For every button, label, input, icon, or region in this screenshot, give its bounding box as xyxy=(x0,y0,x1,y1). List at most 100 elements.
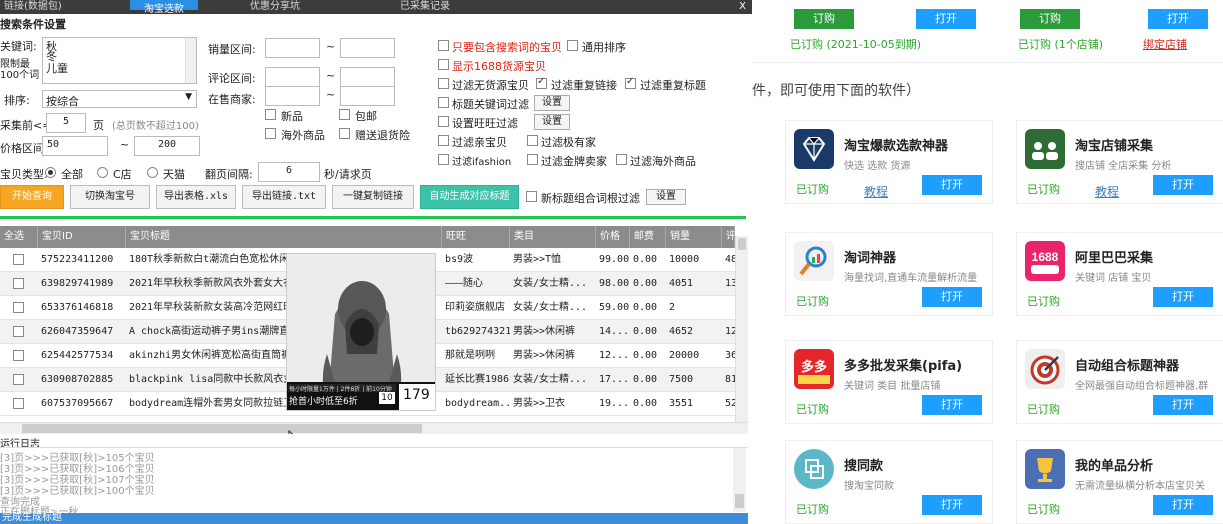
new-checkbox[interactable] xyxy=(265,109,276,120)
interval-input[interactable]: 6 xyxy=(258,162,320,182)
header-reviews[interactable]: 评 xyxy=(722,226,735,248)
table-horizontal-scrollbar[interactable] xyxy=(0,422,748,434)
row-checkbox[interactable] xyxy=(13,350,24,361)
radio-all[interactable] xyxy=(45,167,56,178)
keyword-textarea[interactable]: 秋 冬 儿童 xyxy=(42,37,197,84)
row-checkbox[interactable] xyxy=(13,278,24,289)
return-ins-checkbox[interactable] xyxy=(339,128,350,139)
open-button[interactable]: 打开 xyxy=(922,495,982,515)
export-xls-button[interactable]: 导出表格.xls xyxy=(156,185,236,209)
sales-max-input[interactable] xyxy=(340,38,395,58)
1688-icon: 1688 xyxy=(1025,241,1065,281)
open-button[interactable]: 打开 xyxy=(1153,175,1213,195)
header-id[interactable]: 宝贝ID xyxy=(38,226,126,248)
row-checkbox[interactable] xyxy=(13,254,24,265)
subscription-status: 已订购 xyxy=(796,295,829,308)
radio-c-store[interactable] xyxy=(97,167,108,178)
header-sales[interactable]: 销量 xyxy=(666,226,722,248)
header-price[interactable]: 价格 xyxy=(596,226,630,248)
start-query-button[interactable]: 开始查询 xyxy=(0,185,64,209)
close-icon[interactable]: X xyxy=(739,1,746,12)
price-max-input[interactable]: 200 xyxy=(134,136,200,156)
open-button[interactable]: 打开 xyxy=(1153,495,1213,515)
copy-links-button[interactable]: 一键复制链接 xyxy=(332,185,414,209)
header-category[interactable]: 类目 xyxy=(510,226,596,248)
textarea-scrollbar[interactable] xyxy=(185,38,196,83)
new-title-checkbox[interactable] xyxy=(526,191,537,202)
seller-max-input[interactable] xyxy=(340,86,395,106)
cell-id: 625442577534 xyxy=(41,350,114,361)
row-checkbox-cell[interactable] xyxy=(0,344,38,367)
row-checkbox[interactable] xyxy=(13,374,24,385)
chevron-down-icon: ▼ xyxy=(185,92,192,102)
no-source-checkbox[interactable] xyxy=(438,78,449,89)
gold-checkbox[interactable] xyxy=(527,154,538,165)
cell-ww: 那就是咧咧 xyxy=(445,350,495,361)
hscroll-thumb[interactable] xyxy=(22,424,422,433)
scroll-thumb[interactable] xyxy=(738,238,746,250)
tutorial-link[interactable]: 教程 xyxy=(864,183,888,200)
reviews-sep: ~ xyxy=(326,69,336,82)
header-wangwang[interactable]: 旺旺 xyxy=(442,226,510,248)
open-button-1[interactable]: 打开 xyxy=(916,9,976,29)
radio-tmall[interactable] xyxy=(147,167,158,178)
header-select-all[interactable]: 全选 xyxy=(0,226,38,248)
open-button[interactable]: 打开 xyxy=(922,175,982,195)
log-scroll-thumb[interactable] xyxy=(735,494,744,508)
wangwang-setting-button[interactable]: 设置 xyxy=(534,114,570,130)
row-checkbox[interactable] xyxy=(13,302,24,313)
only-kw-checkbox[interactable] xyxy=(438,40,449,51)
ownshop-checkbox[interactable] xyxy=(438,135,449,146)
wangwang-checkbox[interactable] xyxy=(438,116,449,127)
open-button[interactable]: 打开 xyxy=(1153,395,1213,415)
switch-account-button[interactable]: 切换淘宝号 xyxy=(70,185,150,209)
show-1688-checkbox[interactable] xyxy=(438,59,449,70)
subscription-status: 已订购 xyxy=(1027,403,1060,416)
tab-coupon[interactable]: 优惠分享坑 xyxy=(250,0,300,12)
dup-title-checkbox[interactable] xyxy=(625,76,636,89)
row-checkbox[interactable] xyxy=(13,326,24,337)
row-checkbox-cell[interactable] xyxy=(0,296,38,319)
log-scrollbar[interactable] xyxy=(733,448,746,512)
general-sort-checkbox[interactable] xyxy=(567,40,578,51)
header-postage[interactable]: 邮费 xyxy=(630,226,666,248)
free-ship-checkbox[interactable] xyxy=(339,109,350,120)
pages-input[interactable]: 5 xyxy=(46,113,86,133)
bind-shop-link[interactable]: 绑定店铺 xyxy=(1143,36,1187,52)
export-txt-button[interactable]: 导出链接.txt xyxy=(242,185,326,209)
seller-min-input[interactable] xyxy=(265,86,320,106)
cell-ww: bs9波 xyxy=(445,254,474,265)
price-min-input[interactable]: 50 xyxy=(42,136,108,156)
order-button-2[interactable]: 订购 xyxy=(1020,9,1080,29)
sales-min-input[interactable] xyxy=(265,38,320,58)
order-button-1[interactable]: 订购 xyxy=(794,9,854,29)
title-kw-checkbox[interactable] xyxy=(438,97,449,108)
row-checkbox-cell[interactable] xyxy=(0,320,38,343)
new-title-setting-button[interactable]: 设置 xyxy=(646,189,686,205)
open-button-2[interactable]: 打开 xyxy=(1148,9,1208,29)
tab-records[interactable]: 已采集记录 xyxy=(400,0,450,12)
row-checkbox-cell[interactable] xyxy=(0,368,38,391)
overseas-filter-checkbox[interactable] xyxy=(616,154,627,165)
open-button[interactable]: 打开 xyxy=(1153,287,1213,307)
open-button[interactable]: 打开 xyxy=(922,287,982,307)
row-checkbox-cell[interactable] xyxy=(0,248,38,271)
title-kw-setting-button[interactable]: 设置 xyxy=(534,95,570,111)
reviews-min-input[interactable] xyxy=(265,67,320,87)
row-checkbox-cell[interactable] xyxy=(0,272,38,295)
tab-links[interactable]: 链接(数据包) xyxy=(4,0,62,12)
ifashion-checkbox[interactable] xyxy=(438,154,449,165)
reviews-max-input[interactable] xyxy=(340,67,395,87)
sort-select[interactable]: 按综合 ▼ xyxy=(42,90,197,108)
tutorial-link[interactable]: 教程 xyxy=(1095,183,1119,200)
header-title[interactable]: 宝贝标题 xyxy=(126,226,442,248)
row-checkbox-cell[interactable] xyxy=(0,392,38,415)
tab-taobao-select[interactable]: 淘宝选款 xyxy=(130,0,198,15)
table-vertical-scrollbar[interactable] xyxy=(735,236,748,423)
dup-link-checkbox[interactable] xyxy=(536,76,547,89)
generate-title-button[interactable]: 自动生成对应标题 xyxy=(420,185,519,209)
jiyou-checkbox[interactable] xyxy=(527,135,538,146)
open-button[interactable]: 打开 xyxy=(922,395,982,415)
overseas-checkbox[interactable] xyxy=(265,128,276,139)
row-checkbox[interactable] xyxy=(13,398,24,409)
